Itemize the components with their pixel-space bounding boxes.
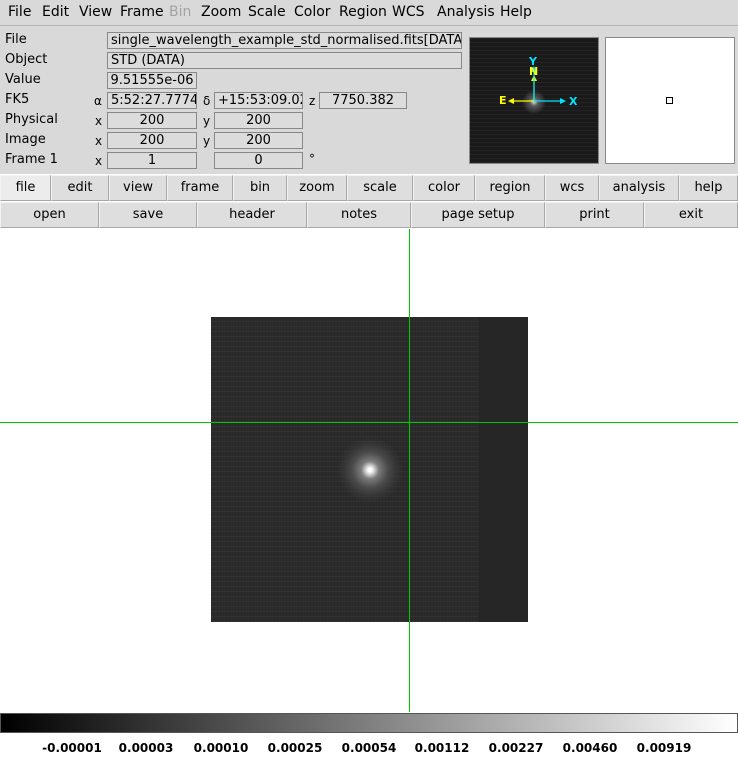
fits-image[interactable] <box>211 317 528 622</box>
colorbar-tick: 0.00003 <box>118 741 174 755</box>
colorbar-tick: 0.00227 <box>488 741 544 755</box>
colorbar-tick: 0.00025 <box>267 741 323 755</box>
button-save[interactable]: save <box>99 202 197 228</box>
button-notes[interactable]: notes <box>307 202 411 228</box>
image-canvas[interactable] <box>0 229 738 712</box>
button-bar-secondary: open save header notes page setup print … <box>0 202 738 228</box>
button-view[interactable]: view <box>109 175 167 201</box>
value-label: Value <box>5 72 41 87</box>
z-symbol: z <box>309 94 316 108</box>
menu-analysis[interactable]: Analysis <box>437 4 495 21</box>
button-header[interactable]: header <box>197 202 307 228</box>
magnifier-cursor <box>666 97 673 104</box>
menu-wcs[interactable]: WCS <box>392 4 425 21</box>
panner-east-label: E <box>499 94 507 107</box>
menu-view[interactable]: View <box>79 4 112 21</box>
compass-east-arrowhead <box>508 98 514 104</box>
file-label: File <box>5 32 27 47</box>
frame-angle-field: 0 <box>214 152 303 169</box>
colorbar-tick: 0.00112 <box>414 741 470 755</box>
button-print[interactable]: print <box>545 202 644 228</box>
colorbar-tick: -0.00001 <box>42 741 102 755</box>
button-color[interactable]: color <box>413 175 475 201</box>
panner-view[interactable]: Y N E X <box>469 37 599 164</box>
alpha-symbol: α <box>94 94 102 108</box>
frame-zoom-field: 1 <box>107 152 197 169</box>
object-field: STD (DATA) <box>107 52 462 69</box>
button-zoom[interactable]: zoom <box>287 175 347 201</box>
menu-color[interactable]: Color <box>294 4 331 21</box>
menu-frame[interactable]: Frame <box>120 4 164 21</box>
button-file[interactable]: file <box>0 175 51 201</box>
physical-y-field: 200 <box>214 112 303 129</box>
delta-symbol: δ <box>203 94 211 108</box>
file-field: single_wavelength_example_std_normalised… <box>107 32 462 49</box>
button-edit[interactable]: edit <box>51 175 109 201</box>
physical-x-symbol: x <box>95 114 103 128</box>
colorbar[interactable] <box>0 713 738 733</box>
axis-x-arrowhead <box>560 98 566 104</box>
colorbar-tick: 0.00010 <box>193 741 249 755</box>
button-wcs[interactable]: wcs <box>545 175 599 201</box>
panner-north-label: N <box>529 65 539 78</box>
button-region[interactable]: region <box>475 175 545 201</box>
menu-region[interactable]: Region <box>339 4 387 21</box>
image-x-symbol: x <box>95 134 103 148</box>
button-bar-primary: file edit view frame bin zoom scale colo… <box>0 175 738 201</box>
button-analysis[interactable]: analysis <box>599 175 679 201</box>
button-help[interactable]: help <box>679 175 738 201</box>
menu-edit[interactable]: Edit <box>42 4 69 21</box>
degree-symbol: ° <box>309 152 315 166</box>
panner-x-label: X <box>569 95 578 108</box>
frame-label: Frame 1 <box>5 152 58 167</box>
alpha-field: 5:52:27.7774 <box>107 92 197 109</box>
crosshair-vertical[interactable] <box>409 229 410 712</box>
colorbar-tick: 0.00460 <box>562 741 618 755</box>
button-frame[interactable]: frame <box>167 175 233 201</box>
image-y-symbol: y <box>203 134 211 148</box>
button-scale[interactable]: scale <box>347 175 413 201</box>
button-open[interactable]: open <box>0 202 99 228</box>
physical-label: Physical <box>5 112 58 127</box>
object-label: Object <box>5 52 48 67</box>
physical-x-field: 200 <box>107 112 197 129</box>
button-page-setup[interactable]: page setup <box>411 202 545 228</box>
colorbar-tick: 0.00054 <box>341 741 397 755</box>
menu-scale[interactable]: Scale <box>248 4 286 21</box>
colorbar-tick: 0.00919 <box>636 741 692 755</box>
menu-zoom[interactable]: Zoom <box>201 4 241 21</box>
menu-help[interactable]: Help <box>500 4 532 21</box>
frame-x-symbol: x <box>95 154 103 168</box>
physical-y-symbol: y <box>203 114 211 128</box>
image-y-field: 200 <box>214 132 303 149</box>
delta-field: +15:53:09.028 <box>214 92 303 109</box>
button-exit[interactable]: exit <box>644 202 738 228</box>
magnifier-view <box>605 37 735 164</box>
value-field: 9.51555e-06 <box>107 72 197 89</box>
menu-bar: File Edit View Frame Bin Zoom Scale Colo… <box>0 0 738 26</box>
fk5-label: FK5 <box>5 92 30 107</box>
menu-file[interactable]: File <box>8 4 31 21</box>
menu-bin: Bin <box>169 4 192 20</box>
image-label: Image <box>5 132 46 147</box>
button-bin[interactable]: bin <box>233 175 287 201</box>
z-field: 7750.382 <box>319 92 407 109</box>
crosshair-horizontal[interactable] <box>0 422 738 423</box>
image-x-field: 200 <box>107 132 197 149</box>
image-point-source <box>337 437 403 503</box>
